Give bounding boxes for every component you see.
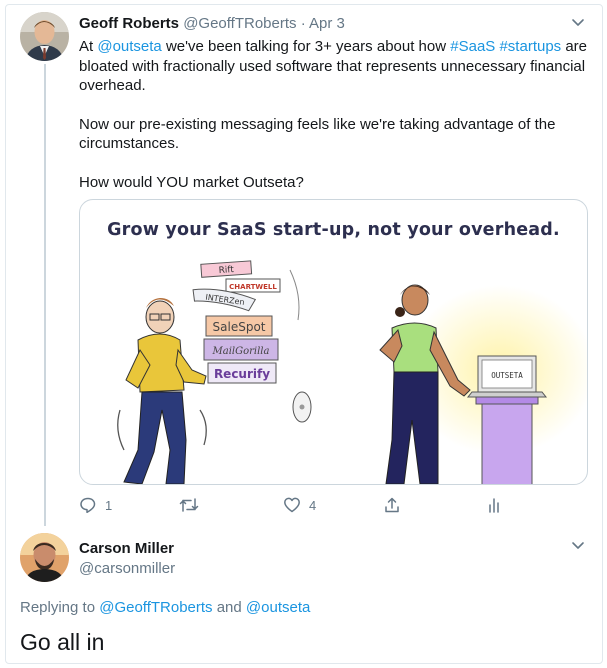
share-icon (385, 497, 399, 513)
laptop-screen-label: OUTSETA (491, 371, 523, 380)
retweet-icon (179, 498, 199, 512)
chevron-down-icon[interactable] (571, 541, 585, 551)
reply-text: Go all in (20, 629, 105, 655)
box-label: Rift (218, 265, 234, 276)
avatar[interactable] (20, 533, 69, 582)
author-handle[interactable]: @GeoffTRoberts (183, 15, 296, 32)
mention-link[interactable]: @outseta (246, 599, 310, 616)
replying-to-line: Replying to @GeoffTRoberts and @outseta (20, 599, 311, 616)
tweet-paragraph: At @outseta we've been talking for 3+ ye… (79, 38, 588, 94)
mention-link[interactable]: @GeoffTRoberts (99, 599, 212, 616)
hashtag-link[interactable]: #startups (499, 38, 561, 55)
tweet-paragraph: Now our pre-existing messaging feels lik… (79, 115, 556, 153)
author-handle[interactable]: @carsonmiller (79, 560, 175, 577)
separator-dot: · (300, 15, 306, 32)
card-illustration: Rift CHARTWELL INTERZen SaleSpot MailGor… (117, 260, 587, 484)
tweet-paragraph: How would YOU market Outseta? (79, 173, 304, 191)
reply-button[interactable]: 1 (79, 494, 112, 516)
analytics-button[interactable] (485, 494, 503, 516)
reply-header: Carson Miller (79, 540, 174, 557)
reply-count: 1 (105, 497, 113, 513)
box-label: SaleSpot (213, 320, 266, 334)
avatar[interactable] (20, 12, 69, 61)
box-label: MailGorilla (212, 346, 270, 357)
author-name[interactable]: Carson Miller (79, 540, 174, 557)
mention-link[interactable]: @outseta (97, 38, 161, 55)
share-button[interactable] (383, 494, 401, 516)
box-label: Recurify (214, 367, 270, 381)
hashtag-link[interactable]: #SaaS (450, 38, 495, 55)
retweet-button[interactable] (179, 494, 207, 516)
tweet-action-bar: 1 4 (79, 494, 519, 516)
media-card[interactable]: Rift CHARTWELL INTERZen SaleSpot MailGor… (79, 199, 588, 485)
like-count: 4 (309, 497, 317, 513)
author-name[interactable]: Geoff Roberts (79, 15, 179, 32)
thread-connector-line (44, 64, 46, 526)
reply-icon (80, 497, 96, 514)
heart-icon (284, 497, 300, 513)
chevron-down-icon[interactable] (571, 18, 585, 28)
tweet-text: At @outseta we've been talking for 3+ ye… (79, 37, 589, 192)
tweet-date[interactable]: Apr 3 (309, 15, 345, 32)
tweet-header: Geoff Roberts @GeoffTRoberts · Apr 3 (79, 15, 345, 32)
box-label: CHARTWELL (229, 283, 277, 291)
bar-chart-icon (489, 498, 499, 513)
card-headline: Grow your SaaS start-up, not your overhe… (107, 220, 560, 240)
like-button[interactable]: 4 (283, 494, 316, 516)
